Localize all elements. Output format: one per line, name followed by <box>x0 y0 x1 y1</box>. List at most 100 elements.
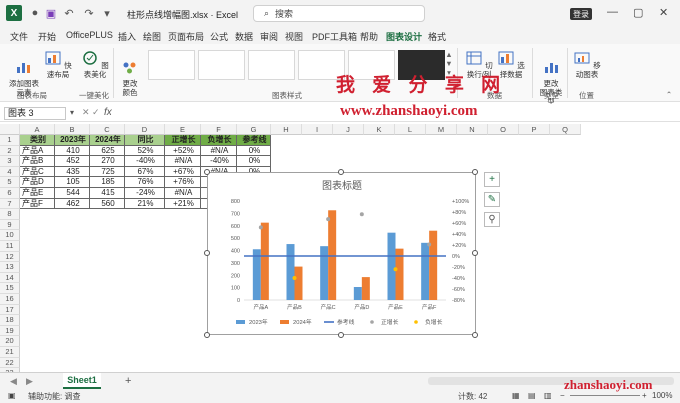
table-header-cell[interactable]: 2024年 <box>90 135 125 146</box>
row-header[interactable]: 10 <box>0 230 20 241</box>
table-cell[interactable]: 544 <box>55 188 90 199</box>
column-header[interactable]: M <box>426 124 457 135</box>
table-cell[interactable]: #N/A <box>165 156 201 167</box>
table-cell[interactable]: 产品A <box>20 145 55 157</box>
resize-handle[interactable] <box>338 169 344 175</box>
function-icon[interactable]: fx <box>104 107 112 118</box>
table-cell[interactable]: 410 <box>55 145 90 157</box>
table-cell[interactable]: +76% <box>165 177 201 188</box>
table-cell[interactable]: 270 <box>90 156 125 167</box>
page-break-view-icon[interactable]: ▥ <box>544 391 552 400</box>
chart-style-1[interactable] <box>148 50 195 80</box>
chart-beautify-button[interactable]: 图表美化 <box>80 50 110 79</box>
customize-toolbar-icon[interactable]: ▾ <box>100 6 114 20</box>
table-header-cell[interactable]: 负增长 <box>201 135 237 146</box>
column-header[interactable]: E <box>165 124 201 135</box>
table-cell[interactable]: 76% <box>125 177 165 188</box>
name-box[interactable]: 图表 3 <box>4 107 66 120</box>
table-cell[interactable]: #N/A <box>201 145 237 157</box>
row-header[interactable]: 12 <box>0 251 20 263</box>
tab-insert[interactable]: 插入 <box>118 30 136 43</box>
table-cell[interactable]: +67% <box>165 166 201 178</box>
table-header-cell[interactable]: 2023年 <box>55 135 90 146</box>
table-cell[interactable]: 产品B <box>20 156 55 167</box>
scroll-left-icon[interactable]: ◀ <box>10 376 17 387</box>
column-header[interactable]: D <box>125 124 165 135</box>
table-cell[interactable]: 560 <box>90 198 125 210</box>
column-header[interactable]: P <box>519 124 550 135</box>
resize-handle[interactable] <box>472 169 478 175</box>
tab-help[interactable]: 帮助 <box>360 30 378 43</box>
chart-area[interactable]: 图表标题 0 100 200 300 400 500 600 700 800 -80% -60% -40… <box>207 172 476 335</box>
tab-home[interactable]: 开始 <box>38 30 56 43</box>
table-cell[interactable]: +52% <box>165 145 201 157</box>
row-header[interactable]: 9 <box>0 219 20 231</box>
row-header[interactable]: 3 <box>0 156 20 167</box>
column-header[interactable]: G <box>237 124 271 135</box>
column-header[interactable]: A <box>20 124 55 135</box>
table-header-cell[interactable]: 同比 <box>125 135 165 146</box>
table-cell[interactable]: 105 <box>55 177 90 188</box>
column-header[interactable]: B <box>55 124 90 135</box>
column-header[interactable]: J <box>333 124 364 135</box>
resize-handle[interactable] <box>338 332 344 338</box>
row-header[interactable]: 22 <box>0 357 20 369</box>
table-cell[interactable]: 产品E <box>20 188 55 199</box>
column-header[interactable]: Q <box>550 124 581 135</box>
resize-handle[interactable] <box>204 250 210 256</box>
chart-elements-plus-icon[interactable]: + <box>484 172 500 187</box>
collapse-ribbon-icon[interactable]: ⌃ <box>664 90 674 99</box>
row-header[interactable]: 8 <box>0 209 20 220</box>
row-header[interactable]: 14 <box>0 272 20 284</box>
close-icon[interactable]: ✕ <box>659 6 668 19</box>
restore-icon[interactable]: ▢ <box>633 6 643 19</box>
column-header[interactable]: C <box>90 124 125 135</box>
table-cell[interactable]: 452 <box>55 156 90 167</box>
row-header[interactable]: 5 <box>0 177 20 188</box>
table-cell[interactable]: -40% <box>125 156 165 167</box>
table-header-cell[interactable]: 正增长 <box>165 135 201 146</box>
table-cell[interactable]: 0% <box>237 156 271 167</box>
save-icon[interactable]: ▣ <box>44 6 58 20</box>
search-box[interactable]: ⌕ 搜索 <box>253 5 425 22</box>
chart-filter-icon[interactable]: ⚲ <box>484 212 500 227</box>
table-cell[interactable]: 产品D <box>20 177 55 188</box>
table-cell[interactable]: -24% <box>125 188 165 199</box>
table-cell[interactable]: #N/A <box>165 188 201 199</box>
column-header[interactable]: K <box>364 124 395 135</box>
row-header[interactable]: 17 <box>0 304 20 316</box>
row-header[interactable]: 20 <box>0 336 20 347</box>
table-cell[interactable]: 产品F <box>20 198 55 210</box>
autosave-icon[interactable]: ● <box>28 6 42 20</box>
row-header[interactable]: 13 <box>0 262 20 273</box>
table-cell[interactable]: 462 <box>55 198 90 210</box>
table-header-cell[interactable]: 参考线 <box>237 135 271 146</box>
table-cell[interactable]: 625 <box>90 145 125 157</box>
change-colors-button[interactable]: 更改 颜色 <box>117 50 143 97</box>
zoom-slider[interactable] <box>570 395 640 396</box>
column-header[interactable]: N <box>457 124 488 135</box>
scroll-right-icon[interactable]: ▶ <box>26 376 33 387</box>
column-header[interactable]: I <box>302 124 333 135</box>
table-cell[interactable]: 185 <box>90 177 125 188</box>
tab-pdf-toolbox[interactable]: PDF工具箱 <box>312 30 357 43</box>
chart-styles-brush-icon[interactable]: ✎ <box>484 192 500 207</box>
tab-officeplus[interactable]: OfficePLUS <box>66 30 113 40</box>
table-cell[interactable]: 415 <box>90 188 125 199</box>
resize-handle[interactable] <box>204 169 210 175</box>
table-cell[interactable]: 67% <box>125 166 165 178</box>
tab-page-layout[interactable]: 页面布局 <box>168 30 204 43</box>
enter-icon[interactable]: ✓ <box>92 107 100 118</box>
tab-draw[interactable]: 绘图 <box>143 30 161 43</box>
minimize-icon[interactable]: — <box>607 6 618 18</box>
tab-view[interactable]: 视图 <box>285 30 303 43</box>
table-header-cell[interactable]: 类别 <box>20 135 55 146</box>
tab-format[interactable]: 格式 <box>428 30 446 43</box>
row-header[interactable]: 6 <box>0 188 20 199</box>
move-chart-button[interactable]: 移动图表 <box>571 50 603 79</box>
row-header[interactable]: 19 <box>0 325 20 337</box>
tab-review[interactable]: 审阅 <box>260 30 278 43</box>
table-cell[interactable]: 产品C <box>20 166 55 178</box>
row-header[interactable]: 18 <box>0 315 20 326</box>
undo-icon[interactable]: ↶ <box>62 6 76 20</box>
